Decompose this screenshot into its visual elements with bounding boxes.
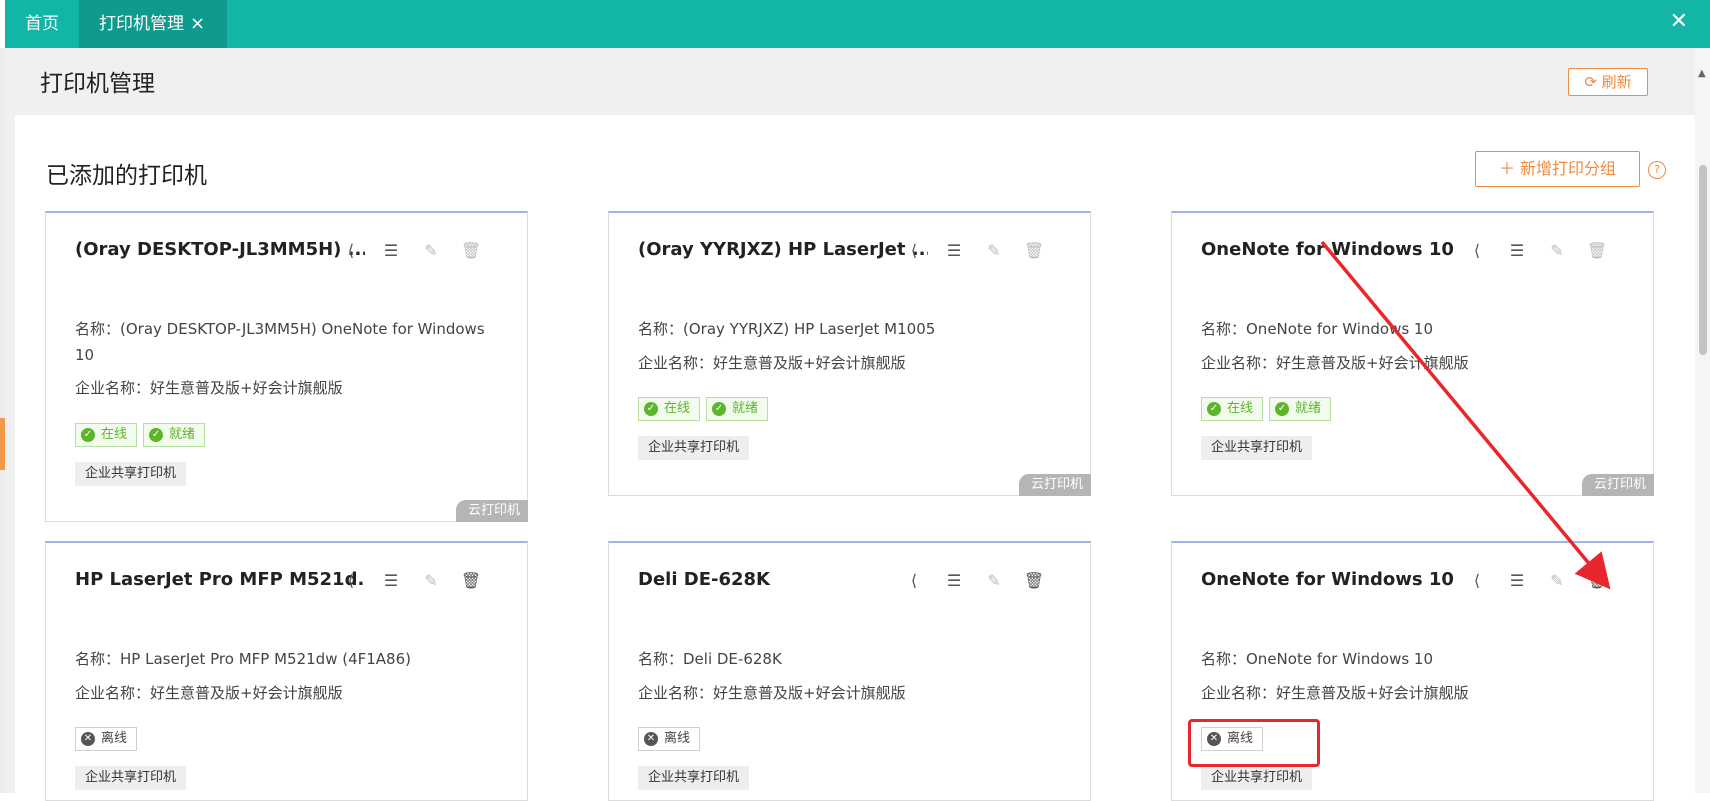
annotation-arrow — [1320, 240, 1611, 590]
